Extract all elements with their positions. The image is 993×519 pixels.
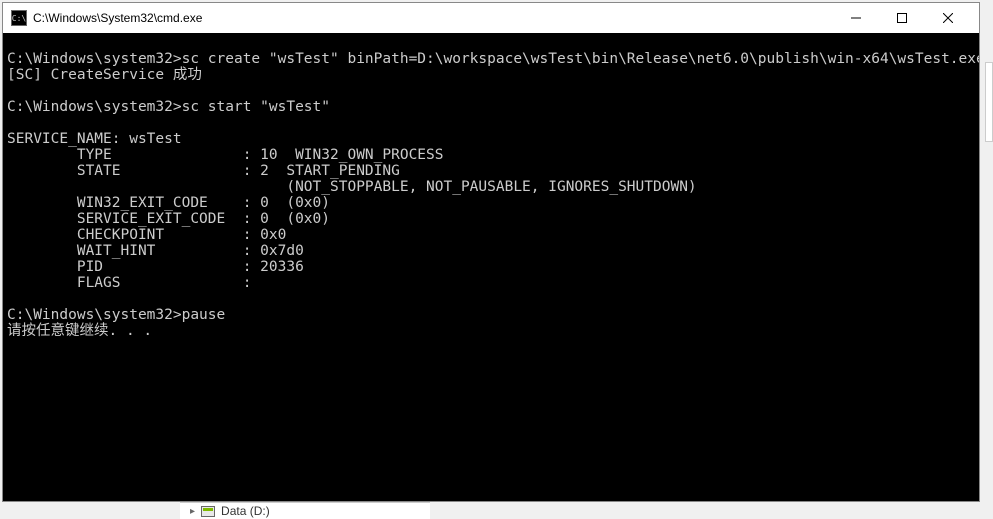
terminal-line <box>7 83 975 99</box>
terminal-line: WAIT_HINT : 0x7d0 <box>7 243 975 259</box>
terminal-line: C:\Windows\system32>sc create "wsTest" b… <box>7 51 975 67</box>
terminal-line: SERVICE_NAME: wsTest <box>7 131 975 147</box>
cmd-window: C:\ C:\Windows\System32\cmd.exe C:\Windo… <box>2 2 980 502</box>
terminal-line: FLAGS : <box>7 275 975 291</box>
terminal-line: STATE : 2 START_PENDING <box>7 163 975 179</box>
maximize-icon <box>897 13 907 23</box>
minimize-button[interactable] <box>833 3 879 33</box>
drive-icon <box>201 506 215 517</box>
maximize-button[interactable] <box>879 3 925 33</box>
titlebar[interactable]: C:\ C:\Windows\System32\cmd.exe <box>3 3 979 33</box>
terminal-line <box>7 35 975 51</box>
cmd-icon: C:\ <box>11 10 27 26</box>
window-title: C:\Windows\System32\cmd.exe <box>33 11 202 25</box>
terminal-line: CHECKPOINT : 0x0 <box>7 227 975 243</box>
chevron-right-icon: ▸ <box>190 506 195 517</box>
terminal-line: C:\Windows\system32>pause <box>7 307 975 323</box>
close-button[interactable] <box>925 3 971 33</box>
terminal-line: WIN32_EXIT_CODE : 0 (0x0) <box>7 195 975 211</box>
background-side-strip <box>985 62 993 142</box>
terminal-line: 请按任意键继续. . . <box>7 323 975 339</box>
terminal-line: PID : 20336 <box>7 259 975 275</box>
terminal-line: C:\Windows\system32>sc start "wsTest" <box>7 99 975 115</box>
drive-label: Data (D:) <box>221 504 270 518</box>
terminal-line <box>7 291 975 307</box>
explorer-tree-item-data-d[interactable]: ▸ Data (D:) <box>180 502 430 519</box>
minimize-icon <box>851 13 861 23</box>
terminal-line: SERVICE_EXIT_CODE : 0 (0x0) <box>7 211 975 227</box>
close-icon <box>943 13 953 23</box>
terminal-line <box>7 115 975 131</box>
terminal-line: (NOT_STOPPABLE, NOT_PAUSABLE, IGNORES_SH… <box>7 179 975 195</box>
terminal-line: TYPE : 10 WIN32_OWN_PROCESS <box>7 147 975 163</box>
terminal-line: [SC] CreateService 成功 <box>7 67 975 83</box>
terminal-output[interactable]: C:\Windows\system32>sc create "wsTest" b… <box>3 33 979 501</box>
